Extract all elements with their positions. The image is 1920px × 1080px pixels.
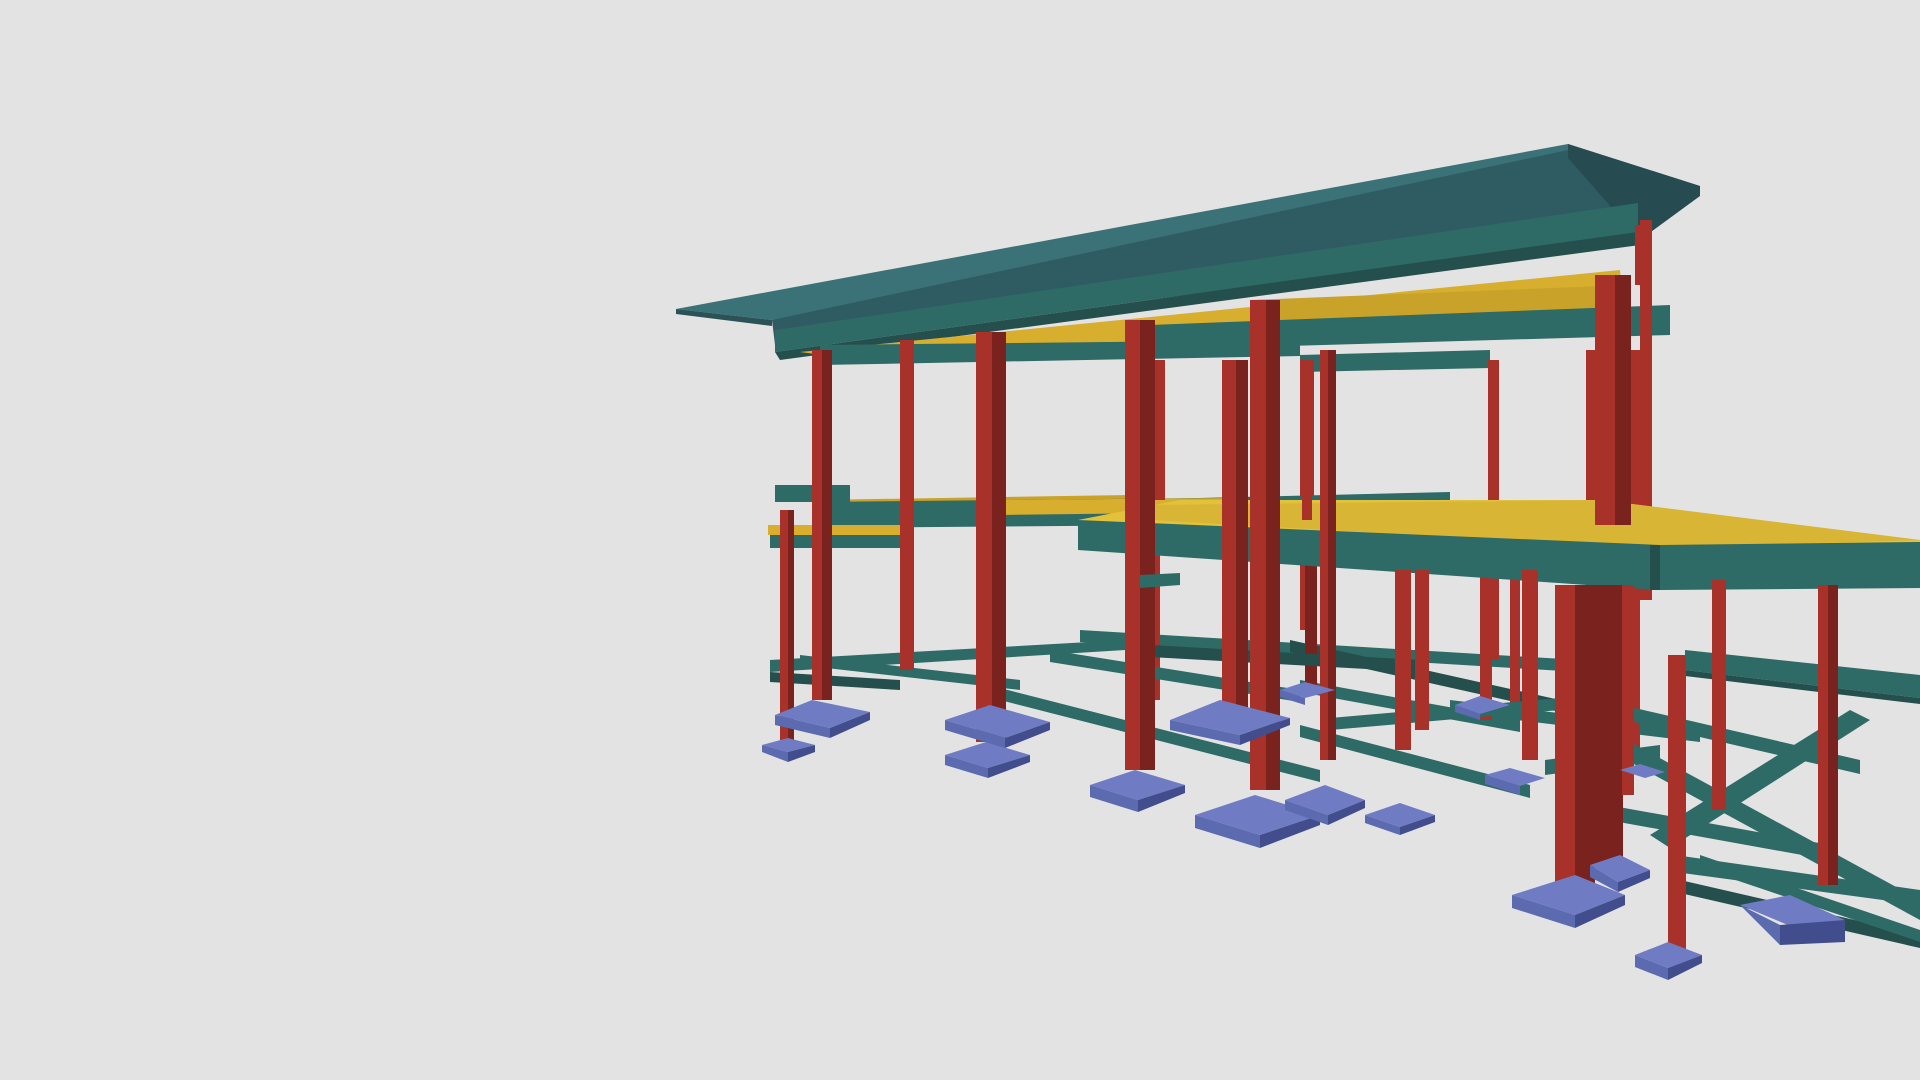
column xyxy=(1622,585,1634,795)
column xyxy=(1522,570,1538,760)
column xyxy=(1635,225,1645,285)
column xyxy=(1302,360,1312,520)
footing xyxy=(1485,768,1545,795)
footing xyxy=(945,742,1030,778)
column xyxy=(1415,570,1429,730)
column xyxy=(1395,570,1411,750)
footing xyxy=(945,705,1050,748)
3d-viewport[interactable] xyxy=(0,0,1920,1080)
column xyxy=(1155,360,1165,500)
structural-model xyxy=(676,144,1920,980)
floor-slab-right xyxy=(1078,500,1920,590)
footing xyxy=(1635,942,1702,980)
footing xyxy=(762,738,815,762)
column xyxy=(1668,655,1686,950)
column xyxy=(1712,580,1726,810)
column xyxy=(1595,585,1623,865)
footing xyxy=(1090,770,1185,812)
column xyxy=(900,340,914,670)
floor-beam-stub xyxy=(1140,573,1180,588)
footing xyxy=(1365,803,1435,835)
